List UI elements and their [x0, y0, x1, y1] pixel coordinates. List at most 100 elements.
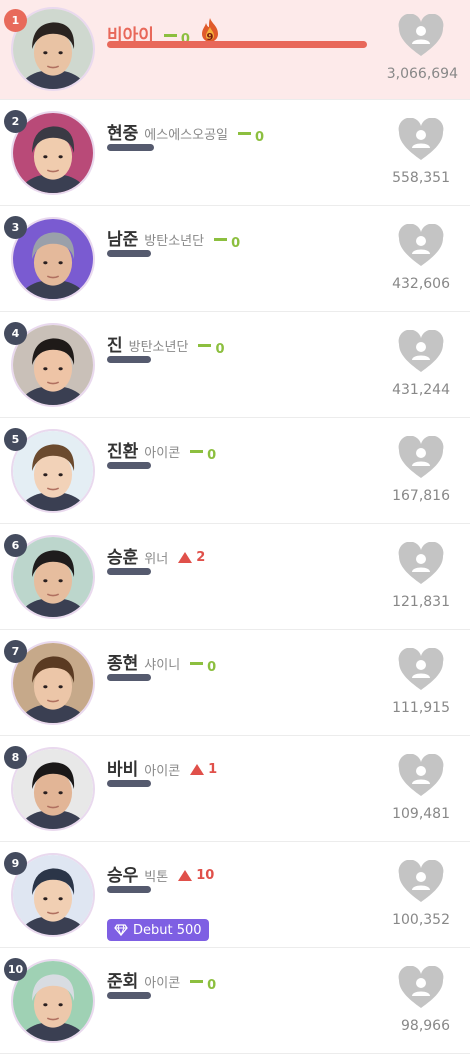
- heart-icon: [398, 329, 444, 372]
- rank-change: 0: [198, 342, 225, 357]
- name-line: 승우 빅톤 10: [107, 861, 214, 886]
- vote-progress-bar: [107, 780, 151, 787]
- idol-name[interactable]: 준회: [107, 967, 138, 992]
- heart-icon: [398, 859, 444, 902]
- user-icon: [416, 978, 426, 988]
- vote-progress-bar: [107, 674, 151, 681]
- user-icon: [416, 660, 426, 670]
- no-change-icon: [190, 980, 204, 983]
- vote-progress-bar: [107, 992, 151, 999]
- heart-vote-button[interactable]: [397, 435, 445, 480]
- heart-icon: [398, 541, 444, 584]
- rank-number: 3: [4, 216, 27, 239]
- vote-count: 167,816: [392, 488, 450, 504]
- no-change-icon: [190, 450, 204, 453]
- vote-count: 432,606: [392, 276, 450, 292]
- name-line: 진환 아이콘 0: [107, 437, 216, 463]
- rank-change-value: 0: [255, 130, 265, 145]
- user-icon: [416, 448, 426, 458]
- heart-vote-button[interactable]: [397, 13, 445, 58]
- vote-count: 558,351: [392, 170, 450, 186]
- heart-vote-button[interactable]: [397, 223, 445, 268]
- group-name: 에스에스오공일: [144, 128, 229, 143]
- heart-icon: [398, 965, 444, 1008]
- idol-name[interactable]: 진환: [107, 437, 138, 462]
- heart-vote-button[interactable]: [397, 541, 445, 586]
- rank-change: 10: [178, 868, 214, 883]
- idol-name[interactable]: 승훈: [107, 543, 138, 568]
- heart-vote-button[interactable]: [397, 753, 445, 798]
- rank-change: 0: [190, 448, 216, 463]
- idol-name[interactable]: 승우: [107, 861, 138, 886]
- heart-vote-button[interactable]: [397, 329, 445, 374]
- badge-label: Debut 500: [133, 922, 202, 938]
- rank-number: 4: [4, 322, 27, 345]
- group-name: 샤이니: [144, 658, 181, 673]
- no-change-icon: [214, 238, 228, 241]
- idol-name[interactable]: 진: [107, 331, 123, 356]
- ranking-row[interactable]: 3 남준 방탄소년단 0 432,606: [0, 206, 470, 312]
- heart-vote-button[interactable]: [397, 859, 445, 904]
- user-icon: [416, 26, 426, 36]
- achievement-badge[interactable]: Debut 500: [107, 919, 209, 941]
- rank-change: 0: [238, 130, 264, 145]
- name-line: 진 방탄소년단 0: [107, 331, 225, 357]
- ranking-row[interactable]: 10 준회 아이콘 0 98,966: [0, 948, 470, 1054]
- vote-count: 109,481: [392, 806, 450, 822]
- group-name: 아이콘: [144, 976, 181, 991]
- user-icon: [416, 766, 426, 776]
- no-change-icon: [238, 132, 252, 135]
- user-icon: [416, 342, 426, 352]
- rank-change-value: 1: [208, 762, 218, 777]
- vote-progress-bar: [107, 886, 151, 893]
- ranking-row[interactable]: 2 현중 에스에스오공일 0 558,351: [0, 100, 470, 206]
- rank-number: 8: [4, 746, 27, 769]
- diamond-icon: [114, 924, 128, 936]
- rank-change: 1: [190, 762, 217, 777]
- group-name: 아이콘: [144, 764, 181, 779]
- heart-icon: [398, 223, 444, 266]
- rank-change: 0: [214, 236, 240, 251]
- rank-up-icon: [178, 870, 193, 881]
- ranking-row[interactable]: 4 진 방탄소년단 0 431,244: [0, 312, 470, 418]
- name-line: 남준 방탄소년단 0: [107, 225, 240, 251]
- rank-number: 2: [4, 110, 27, 133]
- ranking-row[interactable]: 1 비아이 0 9 3,066,694: [0, 0, 470, 100]
- heart-vote-button[interactable]: [397, 965, 445, 1010]
- vote-count: 98,966: [401, 1018, 450, 1034]
- idol-name[interactable]: 현중: [107, 119, 138, 144]
- rank-change: 0: [190, 978, 216, 993]
- rank-change-value: 0: [207, 978, 217, 993]
- ranking-row[interactable]: 5 진환 아이콘 0 167,816: [0, 418, 470, 524]
- rank-number: 6: [4, 534, 27, 557]
- idol-name[interactable]: 남준: [107, 225, 138, 250]
- ranking-row[interactable]: 9 승우 빅톤 10 Debut 500 100,352: [0, 842, 470, 948]
- user-icon: [416, 130, 426, 140]
- heart-icon: [398, 647, 444, 690]
- heart-icon: [398, 435, 444, 478]
- heart-vote-button[interactable]: [397, 117, 445, 162]
- vote-count: 111,915: [392, 700, 450, 716]
- vote-progress-bar: [107, 356, 151, 363]
- group-name: 위너: [144, 552, 169, 567]
- heart-vote-button[interactable]: [397, 647, 445, 692]
- name-line: 준회 아이콘 0: [107, 967, 216, 993]
- group-name: 방탄소년단: [128, 340, 189, 355]
- group-name: 아이콘: [144, 446, 181, 461]
- ranking-row[interactable]: 8 바비 아이콘 1 109,481: [0, 736, 470, 842]
- group-name: 빅톤: [144, 870, 169, 885]
- heart-icon: [398, 753, 444, 796]
- heart-icon: [398, 13, 444, 57]
- idol-name[interactable]: 종현: [107, 649, 138, 674]
- vote-count: 431,244: [392, 382, 450, 398]
- rank-change: 0: [190, 660, 216, 675]
- idol-name[interactable]: 바비: [107, 755, 138, 780]
- rank-up-icon: [178, 552, 193, 563]
- vote-progress-bar: [107, 250, 151, 257]
- vote-count: 100,352: [392, 912, 450, 928]
- name-line: 바비 아이콘 1: [107, 755, 217, 780]
- vote-progress-bar: [107, 41, 367, 48]
- ranking-row[interactable]: 7 종현 샤이니 0 111,915: [0, 630, 470, 736]
- rank-change-value: 2: [196, 550, 206, 565]
- ranking-row[interactable]: 6 승훈 위너 2 121,831: [0, 524, 470, 630]
